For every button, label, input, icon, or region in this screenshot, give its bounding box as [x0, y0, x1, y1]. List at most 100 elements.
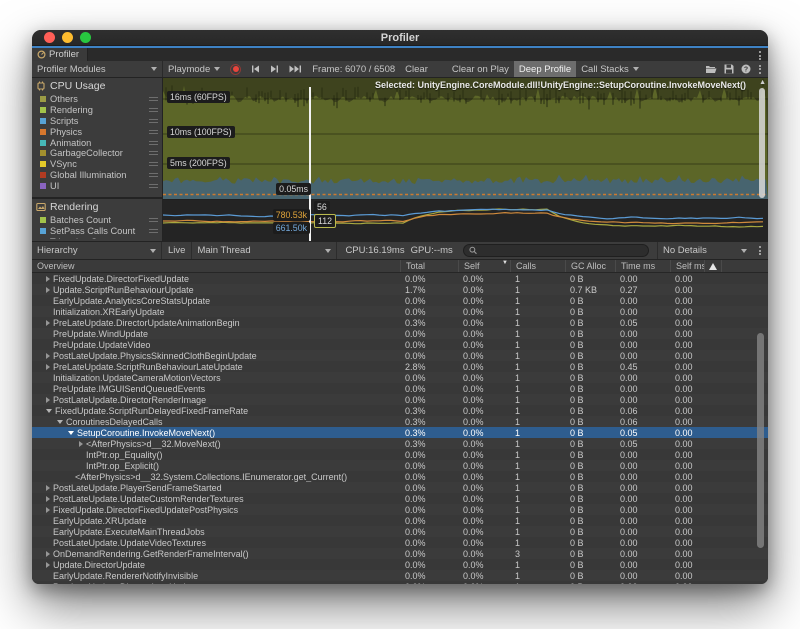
table-row[interactable]: <AfterPhysics>d__32.MoveNext()0.3%0.0%10… [32, 438, 768, 449]
tree-toggle-icon[interactable] [46, 551, 50, 557]
drag-handle-icon[interactable] [149, 141, 158, 145]
table-row-selected[interactable]: SetupCoroutine.InvokeMoveNext()0.3%0.0%1… [32, 427, 768, 438]
table-row[interactable]: PreUpdate.IMGUISendQueuedEvents0.0%0.0%1… [32, 383, 768, 394]
tree-toggle-icon[interactable] [46, 562, 50, 568]
table-row[interactable]: PreUpdate.UpdateVideo0.0%0.0%10 B0.000.0… [32, 339, 768, 350]
legend-item[interactable]: Others [32, 94, 162, 105]
drag-handle-icon[interactable] [149, 97, 158, 101]
legend-item[interactable]: VSync [32, 159, 162, 170]
tree-toggle-icon[interactable] [46, 287, 50, 293]
drag-handle-icon[interactable] [149, 162, 158, 166]
column-overview[interactable]: Overview [32, 260, 400, 272]
table-row[interactable]: PreLateUpdate.DirectorUpdateAnimationBeg… [32, 317, 768, 328]
hierarchy-kebab-menu[interactable] [756, 244, 764, 257]
drag-handle-icon[interactable] [149, 218, 158, 222]
tree-toggle-icon[interactable] [46, 397, 50, 403]
next-frame-button[interactable] [265, 61, 284, 77]
table-row[interactable]: EarlyUpdate.AnalyticsCoreStatsUpdate0.0%… [32, 295, 768, 306]
column-total[interactable]: Total [400, 260, 458, 272]
column-self[interactable]: Self▼ [458, 260, 510, 272]
table-row[interactable]: PostLateUpdate.DirectorRenderImage0.0%0.… [32, 394, 768, 405]
legend-item[interactable]: UI [32, 180, 162, 191]
playmode-dropdown[interactable]: Playmode [163, 61, 225, 77]
tree-toggle-icon[interactable] [46, 353, 50, 359]
current-frame-button[interactable] [284, 61, 307, 77]
tree-toggle-icon[interactable] [46, 485, 50, 491]
tab-profiler[interactable]: Profiler [32, 48, 88, 61]
drag-handle-icon[interactable] [149, 130, 158, 134]
search-field[interactable] [463, 244, 649, 257]
view-mode-dropdown[interactable]: Hierarchy [32, 242, 162, 259]
deep-profile-toggle[interactable]: Deep Profile [514, 61, 576, 77]
chart-scroll-up-icon[interactable]: ▲ [759, 79, 766, 86]
legend-item[interactable]: Physics [32, 126, 162, 137]
chart-area[interactable]: Selected: UnityEngine.CoreModule.dll!Uni… [163, 78, 768, 241]
column-warnings[interactable] [704, 260, 721, 272]
toolbar-kebab-menu[interactable] [756, 63, 764, 76]
table-row[interactable]: PostLateUpdate.PhysicsSkinnedClothBeginU… [32, 350, 768, 361]
column-gc-alloc[interactable]: GC Alloc [565, 260, 615, 272]
table-row[interactable]: <AfterPhysics>d__32.System.Collections.I… [32, 471, 768, 482]
table-row[interactable]: IntPtr.op_Explicit()0.0%0.0%10 B0.000.00 [32, 460, 768, 471]
table-row[interactable]: PostLateUpdate.PlayerSendFrameStarted0.0… [32, 482, 768, 493]
table-row[interactable]: Initialization.UpdateCameraMotionVectors… [32, 372, 768, 383]
tab-kebab-menu[interactable] [756, 49, 764, 62]
table-row[interactable]: FixedUpdate.ScriptRunDelayedFixedFrameRa… [32, 405, 768, 416]
rendering-header[interactable]: Rendering [32, 199, 162, 215]
save-profile-button[interactable] [722, 64, 736, 74]
profiler-modules-dropdown[interactable]: Profiler Modules [32, 61, 163, 77]
legend-item[interactable]: Batches Count [32, 215, 162, 226]
tree-toggle-icon[interactable] [46, 276, 50, 282]
clear-button[interactable]: Clear [400, 61, 433, 77]
drag-handle-icon[interactable] [149, 108, 158, 112]
table-row[interactable]: EarlyUpdate.ExecuteMainThreadJobs0.0%0.0… [32, 526, 768, 537]
prev-frame-button[interactable] [246, 61, 265, 77]
drag-handle-icon[interactable] [149, 173, 158, 177]
tree-toggle-icon[interactable] [46, 364, 50, 370]
drag-handle-icon[interactable] [149, 119, 158, 123]
table-row[interactable]: PostLateUpdate.UpdateVideoTextures0.0%0.… [32, 537, 768, 548]
search-input[interactable] [480, 246, 643, 256]
tree-toggle-icon[interactable] [68, 431, 74, 435]
legend-item[interactable]: Triangles Count [32, 237, 162, 239]
details-dropdown[interactable]: No Details [657, 242, 752, 259]
tree-toggle-icon[interactable] [46, 496, 50, 502]
clear-on-play-toggle[interactable]: Clear on Play [447, 61, 514, 77]
thread-dropdown[interactable]: Main Thread [192, 242, 337, 259]
table-row[interactable]: PreUpdate.WindUpdate0.0%0.0%10 B0.000.00 [32, 328, 768, 339]
tree-toggle-icon[interactable] [46, 507, 50, 513]
legend-item[interactable]: Global Illumination [32, 170, 162, 181]
legend-item[interactable]: Rendering [32, 105, 162, 116]
load-profile-button[interactable] [703, 64, 719, 74]
table-row[interactable]: IntPtr.op_Equality()0.0%0.0%10 B0.000.00 [32, 449, 768, 460]
legend-item[interactable]: SetPass Calls Count [32, 226, 162, 237]
tree-toggle-icon[interactable] [46, 320, 50, 326]
tree-toggle-icon[interactable] [57, 420, 63, 424]
drag-handle-icon[interactable] [149, 151, 158, 155]
table-row[interactable]: PostLateUpdate.UpdateCustomRenderTexture… [32, 493, 768, 504]
tree-toggle-icon[interactable] [46, 409, 52, 413]
legend-item[interactable]: GarbageCollector [32, 148, 162, 159]
drag-handle-icon[interactable] [149, 229, 158, 233]
table-scrollbar[interactable] [757, 333, 764, 548]
column-time-ms[interactable]: Time ms [615, 260, 670, 272]
table-row[interactable]: FixedUpdate.DirectorFixedUpdatePostPhysi… [32, 504, 768, 515]
column-calls[interactable]: Calls [510, 260, 565, 272]
tree-toggle-icon[interactable] [79, 441, 83, 447]
drag-handle-icon[interactable] [149, 184, 158, 188]
table-row[interactable]: Update.ScriptRunBehaviourUpdate1.7%0.0%1… [32, 284, 768, 295]
chart-scrollbar[interactable] [759, 88, 765, 198]
tree-toggle-icon[interactable] [46, 584, 50, 585]
record-button[interactable] [225, 61, 246, 77]
table-row[interactable]: EarlyUpdate.XRUpdate0.0%0.0%10 B0.000.00 [32, 515, 768, 526]
rendering-chart[interactable]: 56 112 780.53k 661.50k [163, 199, 768, 241]
legend-item[interactable]: Animation [32, 137, 162, 148]
table-row[interactable]: EarlyUpdate.RendererNotifyInvisible0.0%0… [32, 570, 768, 581]
table-row[interactable]: CoroutinesDelayedCalls0.3%0.0%10 B0.060.… [32, 416, 768, 427]
call-stacks-dropdown[interactable]: Call Stacks [576, 61, 644, 77]
cpu-usage-chart[interactable]: 16ms (60FPS) 10ms (100FPS) 5ms (200FPS) … [163, 78, 768, 199]
table-row[interactable]: Initialization.XREarlyUpdate0.0%0.0%10 B… [32, 306, 768, 317]
column-self-ms[interactable]: Self ms [670, 260, 704, 272]
help-button[interactable]: ? [739, 64, 753, 74]
legend-item[interactable]: Scripts [32, 116, 162, 127]
